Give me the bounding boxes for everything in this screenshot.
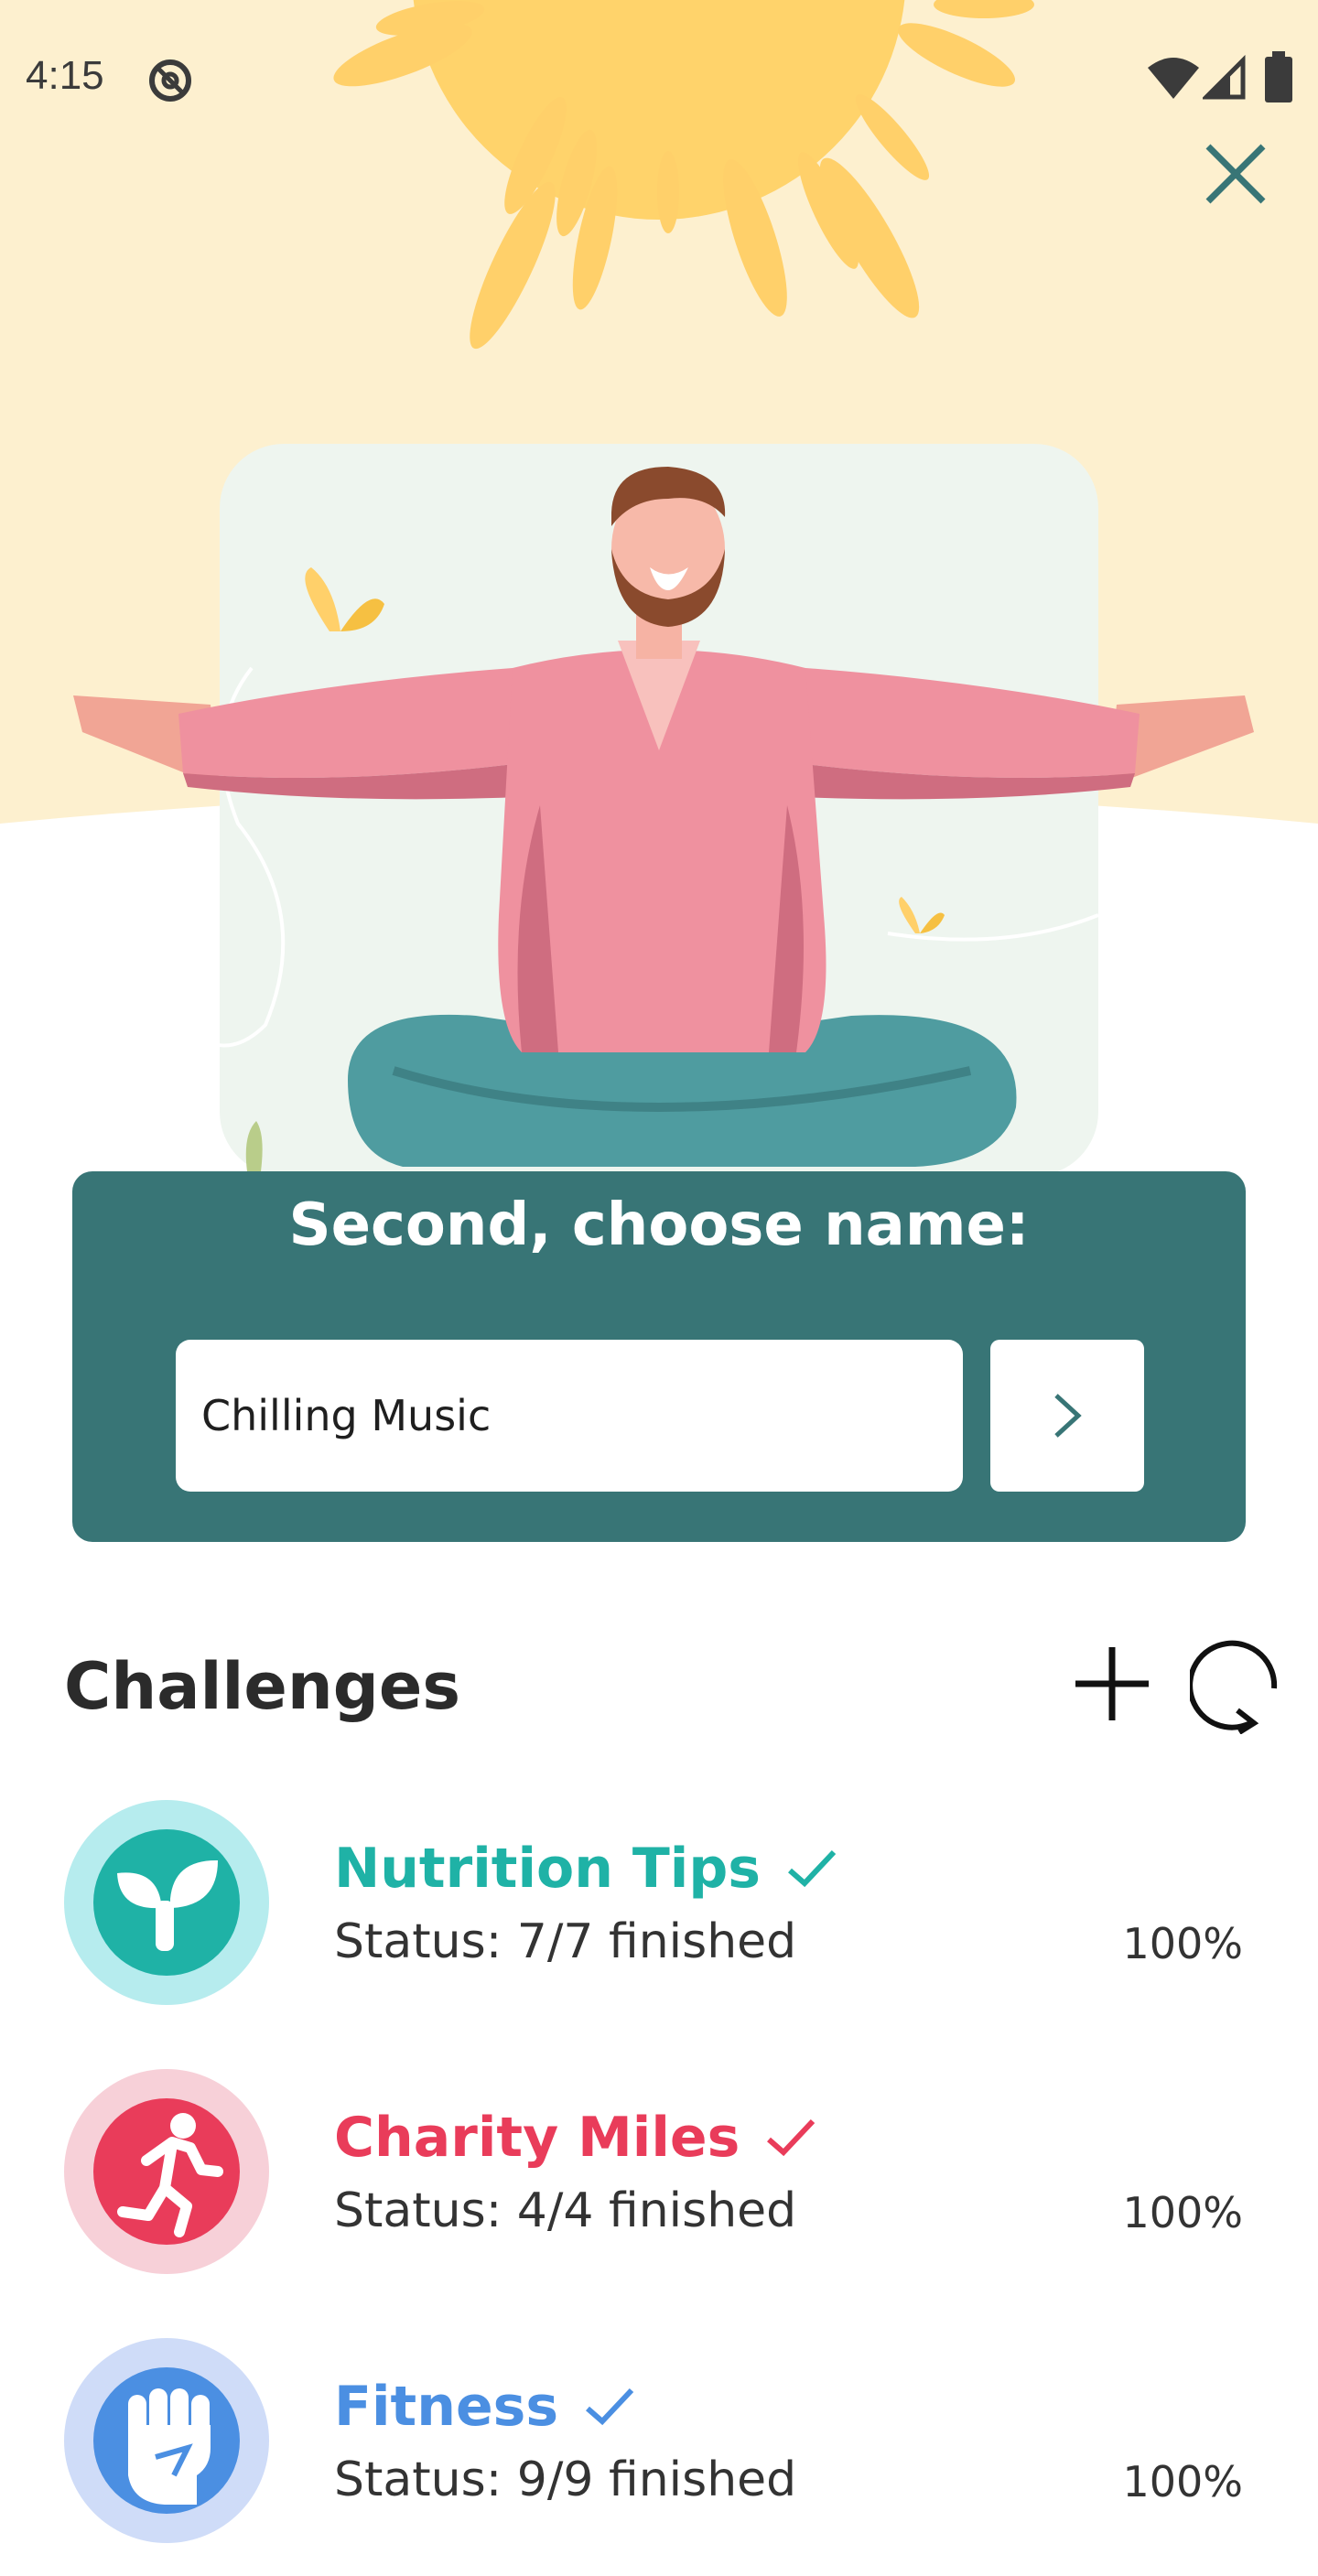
challenge-name-text: Charity Miles: [334, 2106, 740, 2170]
check-icon: [767, 2118, 816, 2157]
panel-title: Second, choose name:: [288, 1191, 1030, 1259]
challenge-name: Charity Miles: [334, 2106, 816, 2170]
challenge-name-text: Fitness: [334, 2375, 559, 2439]
name-panel: Second, choose name: Chilling Music: [72, 1171, 1246, 1542]
wifi-icon: [1148, 58, 1199, 99]
name-input[interactable]: Chilling Music: [176, 1340, 963, 1492]
challenge-percent: 100%: [1122, 2457, 1243, 2506]
challenges-title: Challenges: [64, 1649, 460, 1724]
fist-icon: [64, 2338, 269, 2543]
challenge-status: Status: 7/7 finished: [334, 1914, 797, 1969]
challenge-percent: 100%: [1122, 1919, 1243, 1968]
check-icon: [788, 1849, 837, 1888]
status-bar: 4:15: [0, 0, 1318, 156]
next-button[interactable]: [990, 1340, 1144, 1492]
add-challenge-button[interactable]: [1071, 1643, 1153, 1725]
signal-icon: [1203, 55, 1246, 100]
status-time: 4:15: [26, 53, 104, 98]
challenge-name: Fitness: [334, 2375, 635, 2439]
battery-icon: [1265, 51, 1292, 102]
sprout-icon: [64, 1800, 269, 2005]
challenge-status: Status: 4/4 finished: [334, 2183, 797, 2238]
runner-icon: [64, 2069, 269, 2274]
refresh-button[interactable]: [1190, 1633, 1283, 1734]
close-button[interactable]: [1199, 137, 1272, 210]
challenge-item-nutrition-tips[interactable]: Nutrition Tips Status: 7/7 finished 100%: [0, 1800, 1318, 2038]
hero-illustration: [0, 0, 1318, 1171]
challenge-item-charity-miles[interactable]: Charity Miles Status: 4/4 finished 100%: [0, 2069, 1318, 2307]
challenge-percent: 100%: [1122, 2188, 1243, 2237]
challenge-name: Nutrition Tips: [334, 1837, 837, 1901]
challenge-item-fitness[interactable]: Fitness Status: 9/9 finished 100%: [0, 2338, 1318, 2576]
challenge-status: Status: 9/9 finished: [334, 2452, 797, 2507]
challenge-name-text: Nutrition Tips: [334, 1837, 761, 1901]
do-not-disturb-icon: [149, 59, 191, 102]
chevron-right-icon: [1054, 1394, 1082, 1438]
check-icon: [586, 2387, 634, 2426]
